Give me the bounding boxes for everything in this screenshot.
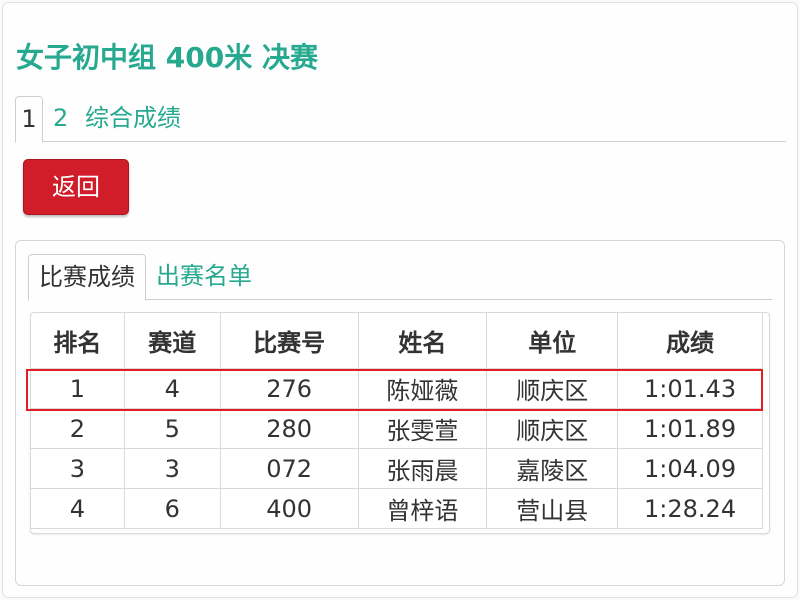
- header-lane: 赛道: [123, 313, 221, 369]
- cell-bib: 280: [219, 408, 359, 449]
- results-table: 排名 赛道 比赛号 姓名 单位 成绩 1 4 276 陈娅薇 顺庆区 1:01.…: [31, 313, 763, 529]
- table-header-row: 排名 赛道 比赛号 姓名 单位 成绩: [31, 313, 763, 369]
- cell-bib: 400: [219, 488, 359, 529]
- cell-rank: 2: [31, 408, 125, 449]
- cell-lane: 4: [123, 368, 221, 409]
- cell-bib: 276: [219, 368, 359, 409]
- table-row: 4 6 400 曾梓语 营山县 1:28.24: [31, 488, 763, 529]
- back-button[interactable]: 返回: [23, 159, 129, 215]
- cell-bib: 072: [219, 448, 359, 489]
- cell-unit: 顺庆区: [486, 368, 619, 409]
- cell-result: 1:01.89: [617, 408, 763, 449]
- cell-rank: 3: [31, 448, 125, 489]
- top-tab-bar: 1 2 综合成绩: [15, 96, 786, 143]
- cell-name: 陈娅薇: [357, 368, 488, 409]
- cell-lane: 6: [123, 488, 221, 529]
- header-bib: 比赛号: [219, 313, 359, 369]
- cell-name: 张雨晨: [357, 448, 488, 489]
- cell-name: 张雯萱: [357, 408, 488, 449]
- cell-unit: 嘉陵区: [486, 448, 619, 489]
- header-name: 姓名: [357, 313, 488, 369]
- header-result: 成绩: [617, 313, 763, 369]
- cell-lane: 3: [123, 448, 221, 489]
- header-rank: 排名: [31, 313, 125, 369]
- table-row: 3 3 072 张雨晨 嘉陵区 1:04.09: [31, 448, 763, 489]
- tab-race-results[interactable]: 比赛成绩: [28, 254, 146, 301]
- tab-1[interactable]: 1: [15, 96, 43, 143]
- table-row: 1 4 276 陈娅薇 顺庆区 1:01.43: [31, 368, 763, 409]
- cell-lane: 5: [123, 408, 221, 449]
- cell-rank: 4: [31, 488, 125, 529]
- cell-result: 1:04.09: [617, 448, 763, 489]
- cell-unit: 顺庆区: [486, 408, 619, 449]
- header-unit: 单位: [486, 313, 619, 369]
- inner-tab-bar: 比赛成绩 出赛名单: [28, 254, 772, 301]
- tab-start-list[interactable]: 出赛名单: [156, 254, 252, 300]
- cell-name: 曾梓语: [357, 488, 488, 529]
- cell-rank: 1: [31, 368, 125, 409]
- tab-2[interactable]: 2: [53, 96, 68, 142]
- table-row: 2 5 280 张雯萱 顺庆区 1:01.89: [31, 408, 763, 449]
- cell-result: 1:28.24: [617, 488, 763, 529]
- results-table-container[interactable]: 排名 赛道 比赛号 姓名 单位 成绩 1 4 276 陈娅薇 顺庆区 1:01.…: [30, 312, 770, 534]
- results-panel: 比赛成绩 出赛名单 排名 赛道 比赛号 姓名 单位 成绩 1 4 276 陈娅薇…: [15, 240, 785, 586]
- tab-overall-results[interactable]: 综合成绩: [85, 96, 181, 142]
- cell-result: 1:01.43: [617, 368, 763, 409]
- cell-unit: 营山县: [486, 488, 619, 529]
- page-title: 女子初中组 400米 决赛: [16, 41, 318, 74]
